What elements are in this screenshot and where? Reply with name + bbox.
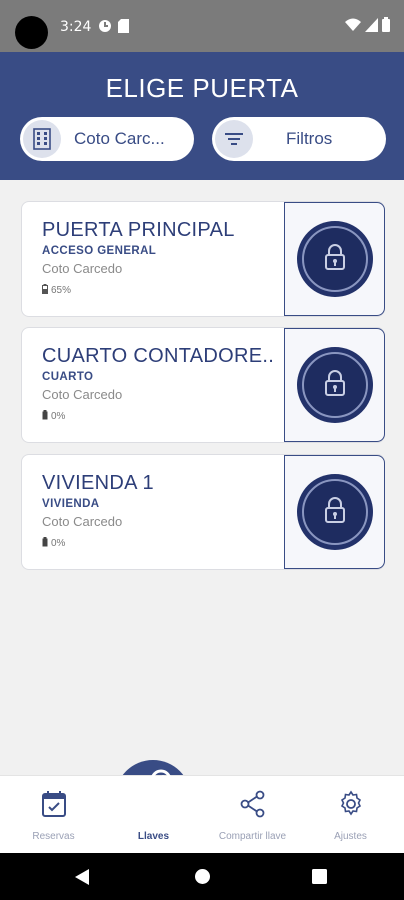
- door-name: PUERTA PRINCIPAL: [42, 219, 235, 241]
- battery-percent: 65%: [51, 285, 72, 296]
- status-clock: 3:24: [60, 19, 92, 35]
- location-selector-value: Coto Carc...: [74, 129, 165, 148]
- home-icon[interactable]: [194, 868, 211, 890]
- unlock-button[interactable]: [284, 202, 385, 316]
- battery-percent: 0%: [51, 411, 66, 422]
- status-right-icons: [345, 17, 390, 37]
- door-name: CUARTO CONTADORE..: [42, 345, 275, 367]
- battery-status: 0%: [42, 410, 65, 423]
- nav-item-reservas[interactable]: Reservas: [3, 776, 104, 854]
- door-card[interactable]: PUERTA PRINCIPAL ACCESO GENERAL Coto Car…: [21, 201, 385, 317]
- door-location: Coto Carcedo: [42, 387, 123, 402]
- signal-icon: [365, 17, 378, 37]
- status-bar: 3:24: [0, 0, 404, 52]
- data-saver-icon: [98, 19, 112, 38]
- battery-full-icon: [42, 537, 48, 550]
- door-type: VIVIENDA: [42, 498, 100, 510]
- nav-label: Ajustes: [334, 831, 367, 842]
- nav-item-ajustes[interactable]: Ajustes: [300, 776, 401, 854]
- key-icon: [132, 769, 176, 805]
- nav-label: Reservas: [32, 831, 75, 842]
- share-icon: [239, 788, 267, 820]
- camera-cutout-icon: [15, 16, 48, 49]
- filter-button[interactable]: Filtros: [212, 117, 386, 161]
- back-icon[interactable]: [74, 868, 90, 891]
- nav-label: Compartir llave: [218, 831, 287, 842]
- filter-icon: [215, 120, 253, 158]
- battery-status: 0%: [42, 537, 65, 550]
- door-type: CUARTO: [42, 371, 94, 383]
- nav-item-compartir-llave[interactable]: Compartir llave: [202, 776, 303, 854]
- door-card[interactable]: VIVIENDA 1 VIVIENDA Coto Carcedo 0%: [21, 454, 385, 570]
- nav-label: Llaves: [137, 831, 170, 842]
- door-name: VIVIENDA 1: [42, 472, 154, 494]
- battery-percent: 0%: [51, 538, 66, 549]
- unlock-button[interactable]: [284, 328, 385, 442]
- battery-full-icon: [42, 410, 48, 423]
- padlock-icon: [323, 496, 347, 529]
- battery-status: 65%: [42, 284, 71, 297]
- door-card[interactable]: CUARTO CONTADORE.. CUARTO Coto Carcedo 0…: [21, 327, 385, 443]
- unlock-button[interactable]: [284, 455, 385, 569]
- filter-button-label: Filtros: [286, 129, 333, 148]
- battery-icon: [382, 17, 390, 37]
- status-left-icons: [98, 19, 129, 38]
- gear-icon: [337, 788, 365, 820]
- page-title: ELIGE PUERTA: [105, 73, 299, 103]
- wifi-icon: [345, 18, 361, 37]
- door-type: ACCESO GENERAL: [42, 245, 157, 257]
- door-location: Coto Carcedo: [42, 261, 123, 276]
- door-location: Coto Carcedo: [42, 514, 123, 529]
- recents-icon[interactable]: [312, 869, 327, 889]
- sd-card-icon: [118, 19, 129, 38]
- bottom-nav: Reservas Llaves Compartir llave Ajustes: [0, 769, 404, 854]
- calendar-icon: [41, 788, 67, 820]
- padlock-icon: [323, 243, 347, 276]
- system-nav-bar: [0, 853, 404, 900]
- building-icon: [23, 120, 61, 158]
- location-selector[interactable]: Coto Carc...: [20, 117, 194, 161]
- battery-half-icon: [42, 284, 48, 297]
- padlock-icon: [323, 369, 347, 402]
- nav-item-llaves[interactable]: Llaves: [103, 769, 204, 854]
